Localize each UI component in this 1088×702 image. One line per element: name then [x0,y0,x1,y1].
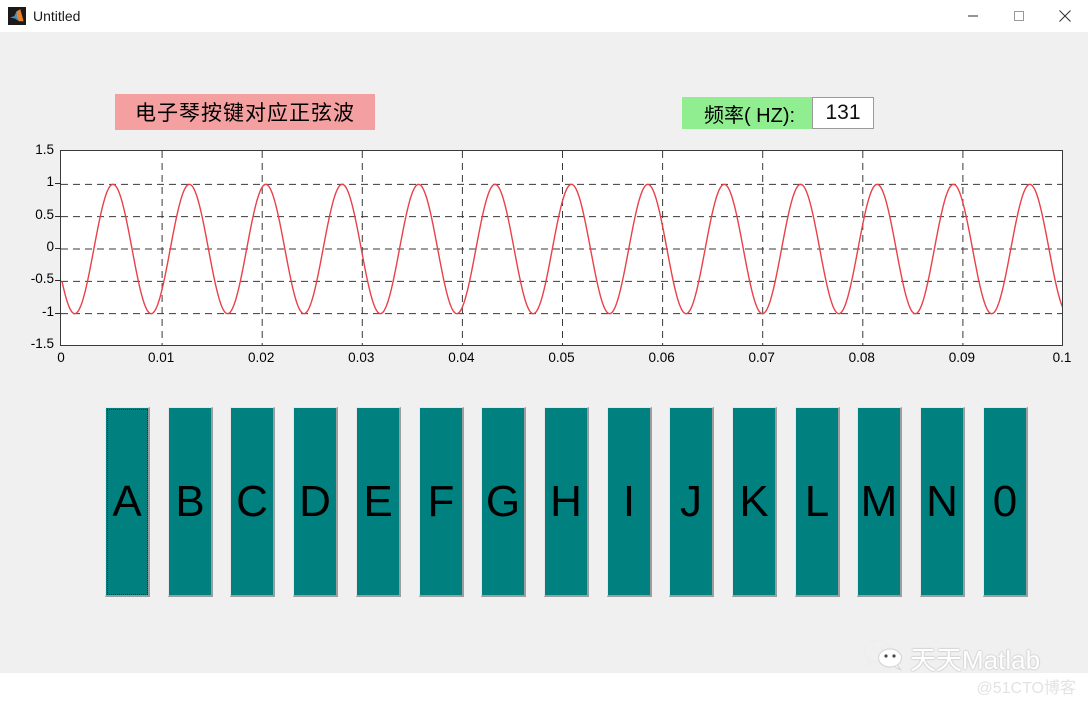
title-label: 电子琴按键对应正弦波 [115,94,375,130]
x-tick-label: 0.1 [1052,350,1072,365]
y-tick-label: -1.5 [30,336,54,351]
x-tick-label: 0.02 [248,350,275,365]
piano-key-0[interactable]: 0 [983,407,1028,597]
piano-key-l[interactable]: L [795,407,840,597]
window-titlebar: Untitled [0,0,1088,33]
piano-key-b[interactable]: B [168,407,213,597]
piano-key-a[interactable]: A [105,407,150,597]
piano-key-j[interactable]: J [669,407,714,597]
close-icon[interactable] [1042,0,1088,32]
y-tick-label: -0.5 [30,271,54,287]
piano-key-e[interactable]: E [356,407,401,597]
x-tick-label: 0.05 [548,350,575,365]
piano-key-m[interactable]: M [857,407,902,597]
y-tick-mark [55,183,61,185]
y-tick-label: 0.5 [35,206,54,222]
x-tick-label: 0.06 [648,350,675,365]
plot-area [60,150,1063,346]
y-tick-mark [55,312,61,314]
y-tick-mark [55,248,61,249]
x-tick-label: 0.03 [348,350,375,365]
x-tick-label: 0.09 [948,350,976,365]
x-tick-label: 0.08 [848,350,875,365]
wechat-icon [862,638,906,677]
piano-key-c[interactable]: C [230,407,275,597]
piano-key-f[interactable]: F [419,407,464,597]
y-tick-mark [55,280,61,282]
x-tick-label: 0.07 [748,350,775,365]
watermark-subtext: @51CTO博客 [976,680,1076,697]
frequency-input[interactable]: 131 [812,97,874,129]
y-tick-label: -1 [41,303,54,319]
x-tick-label: 0.01 [147,350,175,365]
window-title: Untitled [33,8,81,24]
piano-key-h[interactable]: H [544,407,589,597]
minimize-icon[interactable] [950,0,996,32]
piano-key-k[interactable]: K [732,407,777,597]
sine-waveform [61,183,1062,315]
piano-key-i[interactable]: I [607,407,652,597]
watermark-text: 天天Matlab [910,645,1041,675]
y-tick-label: 0 [46,239,54,254]
piano-key-n[interactable]: N [920,407,965,597]
frequency-label: 频率( HZ): [682,97,817,129]
y-tick-label: 1.5 [35,142,54,157]
x-tick-label: 0.04 [448,350,475,365]
maximize-icon[interactable] [996,0,1042,32]
y-tick-mark [55,215,61,217]
matlab-icon [8,7,26,25]
x-tick-label: 0 [57,350,65,365]
piano-key-g[interactable]: G [481,407,526,597]
watermark: 天天Matlab @51CTO博客 [862,636,1082,702]
figure-canvas: 电子琴按键对应正弦波 频率( HZ): 131 1.5 1 0.5 0 -0.5 -1 -1… [0,32,1088,697]
y-tick-label: 1 [46,174,54,190]
piano-key-d[interactable]: D [293,407,338,597]
